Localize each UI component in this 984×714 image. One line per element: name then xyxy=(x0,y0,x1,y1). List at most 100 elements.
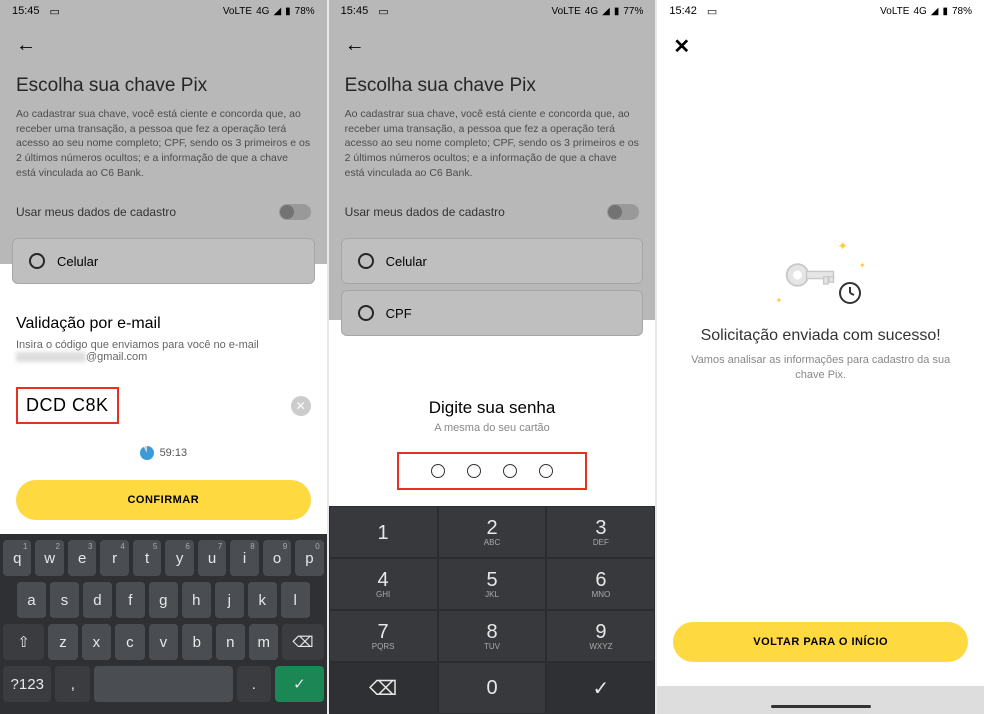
phone-screen-3: 15:42 ▭ VoLTE 4G ◢ ▮ 78% ✕ ✦ ✦ ✦ Solicit… xyxy=(657,0,984,714)
key-a[interactable]: a xyxy=(17,582,46,618)
numkey-backspace[interactable]: ⌫ xyxy=(329,662,438,714)
radio-icon xyxy=(358,305,374,321)
key-c[interactable]: c xyxy=(115,624,144,660)
sparkle-icon: ✦ xyxy=(776,296,783,305)
key-comma[interactable]: , xyxy=(55,666,90,702)
key-backspace[interactable]: ⌫ xyxy=(282,624,323,660)
toggle-switch[interactable] xyxy=(279,204,311,220)
battery-percent: 78% xyxy=(952,6,972,17)
status-bar: 15:45 ▭ VoLTE 4G ◢ ▮ 77% xyxy=(329,0,656,22)
radio-icon xyxy=(29,253,45,269)
key-h[interactable]: h xyxy=(182,582,211,618)
key-m[interactable]: m xyxy=(249,624,278,660)
key-w[interactable]: w2 xyxy=(35,540,63,576)
battery-icon: ▮ xyxy=(285,6,291,17)
key-s[interactable]: s xyxy=(50,582,79,618)
key-submit[interactable]: ✓ xyxy=(275,666,323,702)
back-to-home-button[interactable]: VOLTAR PARA O INÍCIO xyxy=(673,622,968,662)
back-button[interactable]: ← xyxy=(0,22,327,69)
email-suffix: @gmail.com xyxy=(86,351,147,363)
numkey-3[interactable]: 3DEF xyxy=(546,506,655,558)
key-f[interactable]: f xyxy=(116,582,145,618)
network-indicator: 4G xyxy=(256,6,269,17)
key-b[interactable]: b xyxy=(182,624,211,660)
page-title: Escolha sua chave Pix xyxy=(0,69,327,107)
pin-dot xyxy=(539,464,553,478)
key-clock-icon: ✦ ✦ ✦ xyxy=(776,239,866,309)
success-subtitle: Vamos analisar as informações para cadas… xyxy=(681,353,960,384)
pin-dot xyxy=(503,464,517,478)
option-cpf[interactable]: CPF xyxy=(341,290,644,336)
key-n[interactable]: n xyxy=(216,624,245,660)
status-bar: 15:45 ▭ VoLTE 4G ◢ ▮ 78% xyxy=(0,0,327,22)
numkey-submit[interactable]: ✓ xyxy=(546,662,655,714)
numkey-6[interactable]: 6MNO xyxy=(546,558,655,610)
timer-value: 59:13 xyxy=(160,447,188,459)
close-button[interactable]: ✕ xyxy=(657,22,984,71)
option-celular[interactable]: Celular xyxy=(341,238,644,284)
keyboard-qwerty: q1 w2 e3 r4 t5 y6 u7 i8 o9 p0 a s d f g … xyxy=(0,534,327,714)
numkey-9[interactable]: 9WXYZ xyxy=(546,610,655,662)
notification-icon: ▭ xyxy=(50,5,60,18)
confirm-button[interactable]: CONFIRMAR xyxy=(16,480,311,520)
notification-icon: ▭ xyxy=(378,5,388,18)
key-r[interactable]: r4 xyxy=(100,540,128,576)
numkey-7[interactable]: 7PQRS xyxy=(329,610,438,662)
toggle-use-my-data[interactable]: Usar meus dados de cadastro xyxy=(329,192,656,232)
lte-indicator: VoLTE xyxy=(223,6,252,17)
back-button[interactable]: ← xyxy=(329,22,656,69)
toggle-label: Usar meus dados de cadastro xyxy=(345,205,505,219)
key-x[interactable]: x xyxy=(82,624,111,660)
key-i[interactable]: i8 xyxy=(230,540,258,576)
option-celular[interactable]: Celular xyxy=(12,238,315,284)
numkey-1[interactable]: 1 xyxy=(329,506,438,558)
key-l[interactable]: l xyxy=(281,582,310,618)
pin-input-highlight[interactable] xyxy=(397,452,587,490)
numkey-8[interactable]: 8TUV xyxy=(438,610,547,662)
key-q[interactable]: q1 xyxy=(3,540,31,576)
sheet-subtitle: Insira o código que enviamos para você n… xyxy=(16,339,311,363)
status-bar: 15:42 ▭ VoLTE 4G ◢ ▮ 78% xyxy=(657,0,984,22)
phone-screen-2: 15:45 ▭ VoLTE 4G ◢ ▮ 77% ← Escolha sua c… xyxy=(329,0,656,714)
nav-bar-stub xyxy=(657,686,984,714)
key-symbols[interactable]: ?123 xyxy=(3,666,51,702)
keyboard-numpad: 1 2ABC 3DEF 4GHI 5JKL 6MNO 7PQRS 8TUV 9W… xyxy=(329,506,656,714)
toggle-switch[interactable] xyxy=(607,204,639,220)
numkey-5[interactable]: 5JKL xyxy=(438,558,547,610)
sparkle-icon: ✦ xyxy=(838,239,848,253)
option-label: Celular xyxy=(386,254,427,269)
battery-icon: ▮ xyxy=(942,6,948,17)
option-label: Celular xyxy=(57,254,98,269)
key-g[interactable]: g xyxy=(149,582,178,618)
pin-dot xyxy=(467,464,481,478)
toggle-use-my-data[interactable]: Usar meus dados de cadastro xyxy=(0,192,327,232)
lte-indicator: VoLTE xyxy=(551,6,580,17)
key-v[interactable]: v xyxy=(149,624,178,660)
code-input[interactable]: DCD C8K xyxy=(26,395,109,415)
key-space[interactable] xyxy=(94,666,232,702)
key-y[interactable]: y6 xyxy=(165,540,193,576)
clear-input-icon[interactable]: ✕ xyxy=(291,396,311,416)
key-t[interactable]: t5 xyxy=(133,540,161,576)
numkey-2[interactable]: 2ABC xyxy=(438,506,547,558)
numkey-0[interactable]: 0 xyxy=(438,662,547,714)
key-o[interactable]: o9 xyxy=(263,540,291,576)
key-u[interactable]: u7 xyxy=(198,540,226,576)
key-shift[interactable]: ⇧ xyxy=(3,624,44,660)
numkey-4[interactable]: 4GHI xyxy=(329,558,438,610)
key-z[interactable]: z xyxy=(48,624,77,660)
phone-screen-1: 15:45 ▭ VoLTE 4G ◢ ▮ 78% ← Escolha sua c… xyxy=(0,0,327,714)
timer: 59:13 xyxy=(0,432,327,474)
key-j[interactable]: j xyxy=(215,582,244,618)
network-indicator: 4G xyxy=(913,6,926,17)
key-period[interactable]: . xyxy=(237,666,272,702)
key-p[interactable]: p0 xyxy=(295,540,323,576)
battery-icon: ▮ xyxy=(614,6,620,17)
key-k[interactable]: k xyxy=(248,582,277,618)
key-e[interactable]: e3 xyxy=(68,540,96,576)
sparkle-icon: ✦ xyxy=(859,261,866,270)
option-label: CPF xyxy=(386,306,412,321)
key-d[interactable]: d xyxy=(83,582,112,618)
signal-icon: ◢ xyxy=(931,6,939,17)
pin-dot xyxy=(431,464,445,478)
